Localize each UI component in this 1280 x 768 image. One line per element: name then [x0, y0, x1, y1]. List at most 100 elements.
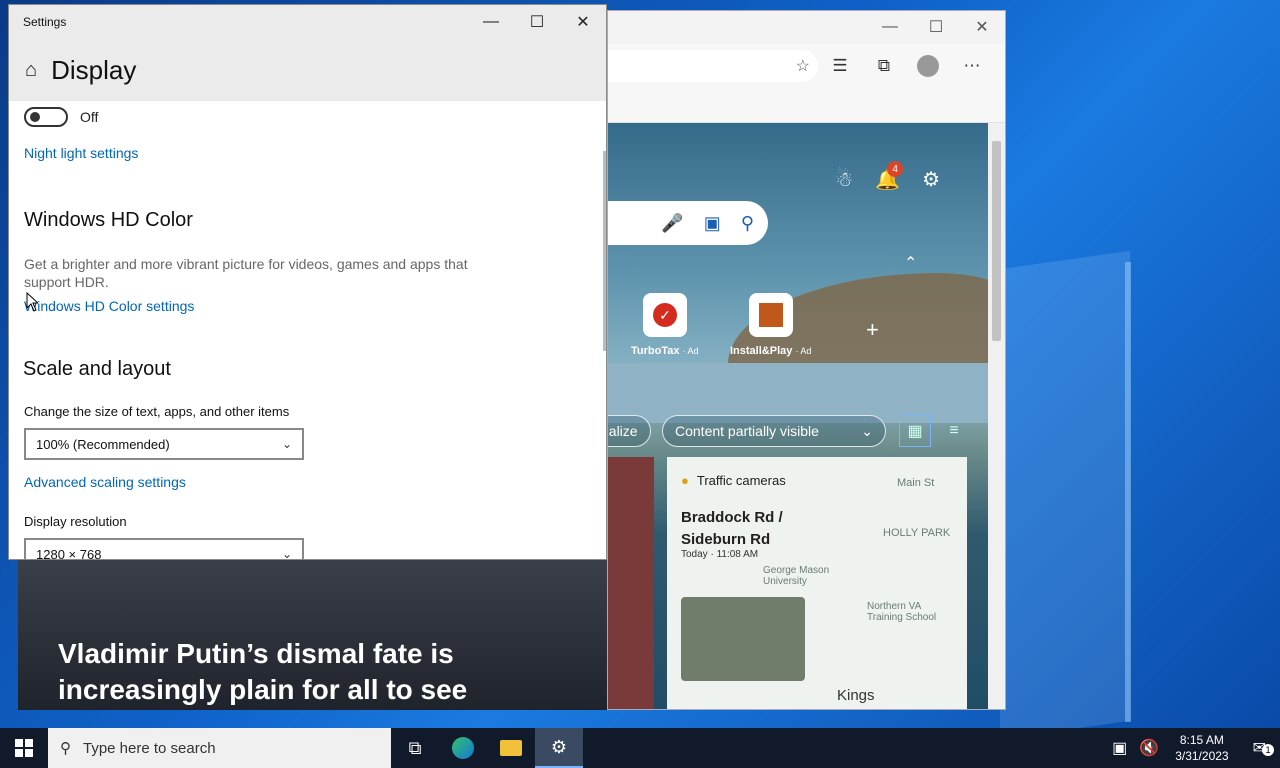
turbotax-icon: ✓: [653, 303, 677, 327]
settings-titlebar: Settings — ☐ ✕: [9, 5, 606, 39]
scale-layout-heading: Scale and layout: [23, 358, 171, 380]
favorite-star-icon[interactable]: ☆: [796, 56, 810, 76]
map-label: George Mason University: [763, 565, 830, 587]
taskbar-search-placeholder: Type here to search: [83, 739, 216, 757]
windows-logo-icon: [15, 739, 33, 757]
settings-gear-icon[interactable]: ⚙: [922, 167, 940, 192]
traffic-cameras-card[interactable]: Main St HOLLY PARK George Mason Universi…: [667, 457, 967, 709]
traffic-card-header: ● Traffic cameras: [681, 473, 786, 488]
quicklink-tile-turbotax[interactable]: ✓: [643, 293, 687, 337]
traffic-time: Today · 11:08 AM: [681, 549, 759, 560]
profile-avatar-icon[interactable]: [906, 50, 950, 82]
map-label: Main St: [897, 477, 935, 489]
page-title: Display: [51, 54, 137, 85]
content-visibility-dropdown[interactable]: Content partially visible ⌄: [662, 415, 886, 447]
settings-taskbar-icon[interactable]: ⚙: [535, 728, 583, 768]
map-label: Northern VA Training School: [867, 601, 937, 623]
edge-toolbar: ☆ ☰ ⧉ ⋯: [608, 43, 1005, 89]
grid-view-icon[interactable]: ▦: [899, 415, 931, 447]
search-icon: ⚲: [60, 740, 71, 757]
wallpaper-light-beam: [1000, 250, 1130, 728]
microphone-icon[interactable]: 🎤: [661, 213, 683, 234]
edge-scrollbar[interactable]: [988, 123, 1005, 709]
settings-window[interactable]: Settings — ☐ ✕ ⌂ Display Off Night light…: [8, 4, 607, 560]
resolution-dropdown-value: 1280 × 768: [36, 546, 102, 560]
scale-label: Change the size of text, apps, and other…: [24, 404, 290, 419]
mouse-cursor-icon: [26, 292, 38, 312]
add-quicklink-icon[interactable]: +: [866, 317, 879, 343]
minimize-icon[interactable]: —: [468, 5, 514, 39]
personalize-button[interactable]: nalize: [608, 415, 651, 447]
more-menu-icon[interactable]: ⋯: [950, 50, 994, 82]
news-hero-card[interactable]: Vladimir Putin’s dismal fate is increasi…: [18, 560, 607, 710]
edge-taskbar-icon[interactable]: [439, 728, 487, 768]
minimize-icon[interactable]: —: [867, 11, 913, 43]
ntp-search-box[interactable]: 🎤 ▣ ⚲: [608, 201, 768, 245]
rewards-icon[interactable]: ☃: [835, 167, 853, 192]
visual-search-icon[interactable]: ▣: [704, 213, 721, 234]
home-icon[interactable]: ⌂: [25, 59, 37, 82]
wallpaper-light-edge: [1125, 262, 1131, 722]
taskbar: ⚲ Type here to search ⧉ ⚙ ▣ 🔇 8:15 AM 3/…: [0, 728, 1280, 768]
chevron-down-icon: ⌄: [281, 437, 292, 451]
chevron-down-icon: ⌄: [861, 422, 873, 439]
settings-scrollbar[interactable]: [603, 151, 606, 351]
clock-time: 8:15 AM: [1179, 733, 1224, 747]
resolution-label: Display resolution: [24, 514, 127, 529]
scale-dropdown[interactable]: 100% (Recommended) ⌄: [24, 428, 304, 460]
notification-bell-icon[interactable]: 🔔 4: [875, 161, 904, 192]
content-visibility-label: Content partially visible: [675, 423, 819, 439]
collections-icon[interactable]: ⧉: [862, 50, 906, 82]
list-view-icon[interactable]: ≡: [938, 415, 970, 447]
search-icon[interactable]: ⚲: [741, 213, 754, 234]
traffic-light-icon: ●: [681, 473, 689, 488]
maximize-icon[interactable]: ☐: [913, 11, 959, 43]
action-center-icon[interactable]: ✉ 1: [1239, 738, 1280, 758]
traffic-card-title: Traffic cameras: [696, 473, 786, 488]
action-center-badge: 1: [1262, 744, 1274, 756]
chevron-down-icon: ⌄: [281, 547, 292, 560]
night-light-settings-link[interactable]: Night light settings: [24, 145, 138, 161]
close-icon[interactable]: ✕: [959, 11, 1005, 43]
system-tray: ▣ 🔇 8:15 AM 3/31/2023 ✉ 1: [1106, 728, 1280, 768]
background-water: [608, 363, 990, 423]
quicklink-tile-installplay[interactable]: [749, 293, 793, 337]
settings-window-title: Settings: [23, 15, 67, 29]
close-icon[interactable]: ✕: [560, 5, 606, 39]
maximize-icon[interactable]: ☐: [514, 5, 560, 39]
traffic-road-name: Braddock Rd / Sideburn Rd: [681, 509, 783, 548]
night-light-toggle[interactable]: [24, 107, 68, 127]
hdr-heading: Windows HD Color: [24, 209, 193, 231]
quicklink-label-turbotax: TurboTax · Ad: [631, 345, 699, 357]
taskbar-search-box[interactable]: ⚲ Type here to search: [48, 728, 391, 768]
notification-badge: 4: [887, 161, 904, 177]
news-card-left[interactable]: [608, 457, 654, 709]
edge-titlebar: — ☐ ✕: [608, 11, 1005, 43]
clock-date: 3/31/2023: [1175, 749, 1229, 763]
map-label: Kings: [837, 687, 875, 704]
start-button[interactable]: [0, 728, 48, 768]
clock[interactable]: 8:15 AM 3/31/2023: [1165, 732, 1238, 764]
network-icon[interactable]: ▣: [1106, 738, 1133, 758]
hdr-settings-link[interactable]: Windows HD Color settings: [24, 298, 194, 314]
file-explorer-icon[interactable]: [487, 728, 535, 768]
chevron-up-icon[interactable]: ⌃: [904, 253, 917, 273]
toggle-knob: [30, 112, 40, 122]
news-hero-headline[interactable]: Vladimir Putin’s dismal fate is increasi…: [58, 636, 603, 708]
favorites-icon[interactable]: ☰: [818, 50, 862, 82]
night-light-toggle-label: Off: [80, 109, 99, 125]
edge-scroll-thumb[interactable]: [992, 141, 1001, 341]
map-label: HOLLY PARK: [883, 527, 951, 539]
quicklink-label-installplay: Install&Play · Ad: [730, 345, 812, 357]
traffic-camera-thumbnail[interactable]: [681, 597, 805, 681]
address-bar[interactable]: ☆: [608, 50, 818, 82]
task-view-icon[interactable]: ⧉: [391, 728, 439, 768]
new-tab-page: ☃ 🔔 4 ⚙ 🎤 ▣ ⚲ ⌃ ✓ TurboTax · Ad Install&P…: [608, 123, 990, 709]
resolution-dropdown[interactable]: 1280 × 768 ⌄: [24, 538, 304, 560]
installplay-icon: [759, 303, 783, 327]
hdr-description: Get a brighter and more vibrant picture …: [24, 256, 468, 290]
settings-content: Off Night light settings Windows HD Colo…: [9, 101, 606, 560]
edge-browser-window[interactable]: — ☐ ✕ ☆ ☰ ⧉ ⋯ ☃ 🔔 4 ⚙ 🎤 ▣ ⚲ ⌃ ✓ TurboTax …: [607, 10, 1006, 710]
volume-muted-icon[interactable]: 🔇: [1133, 738, 1165, 758]
advanced-scaling-link[interactable]: Advanced scaling settings: [24, 474, 186, 490]
